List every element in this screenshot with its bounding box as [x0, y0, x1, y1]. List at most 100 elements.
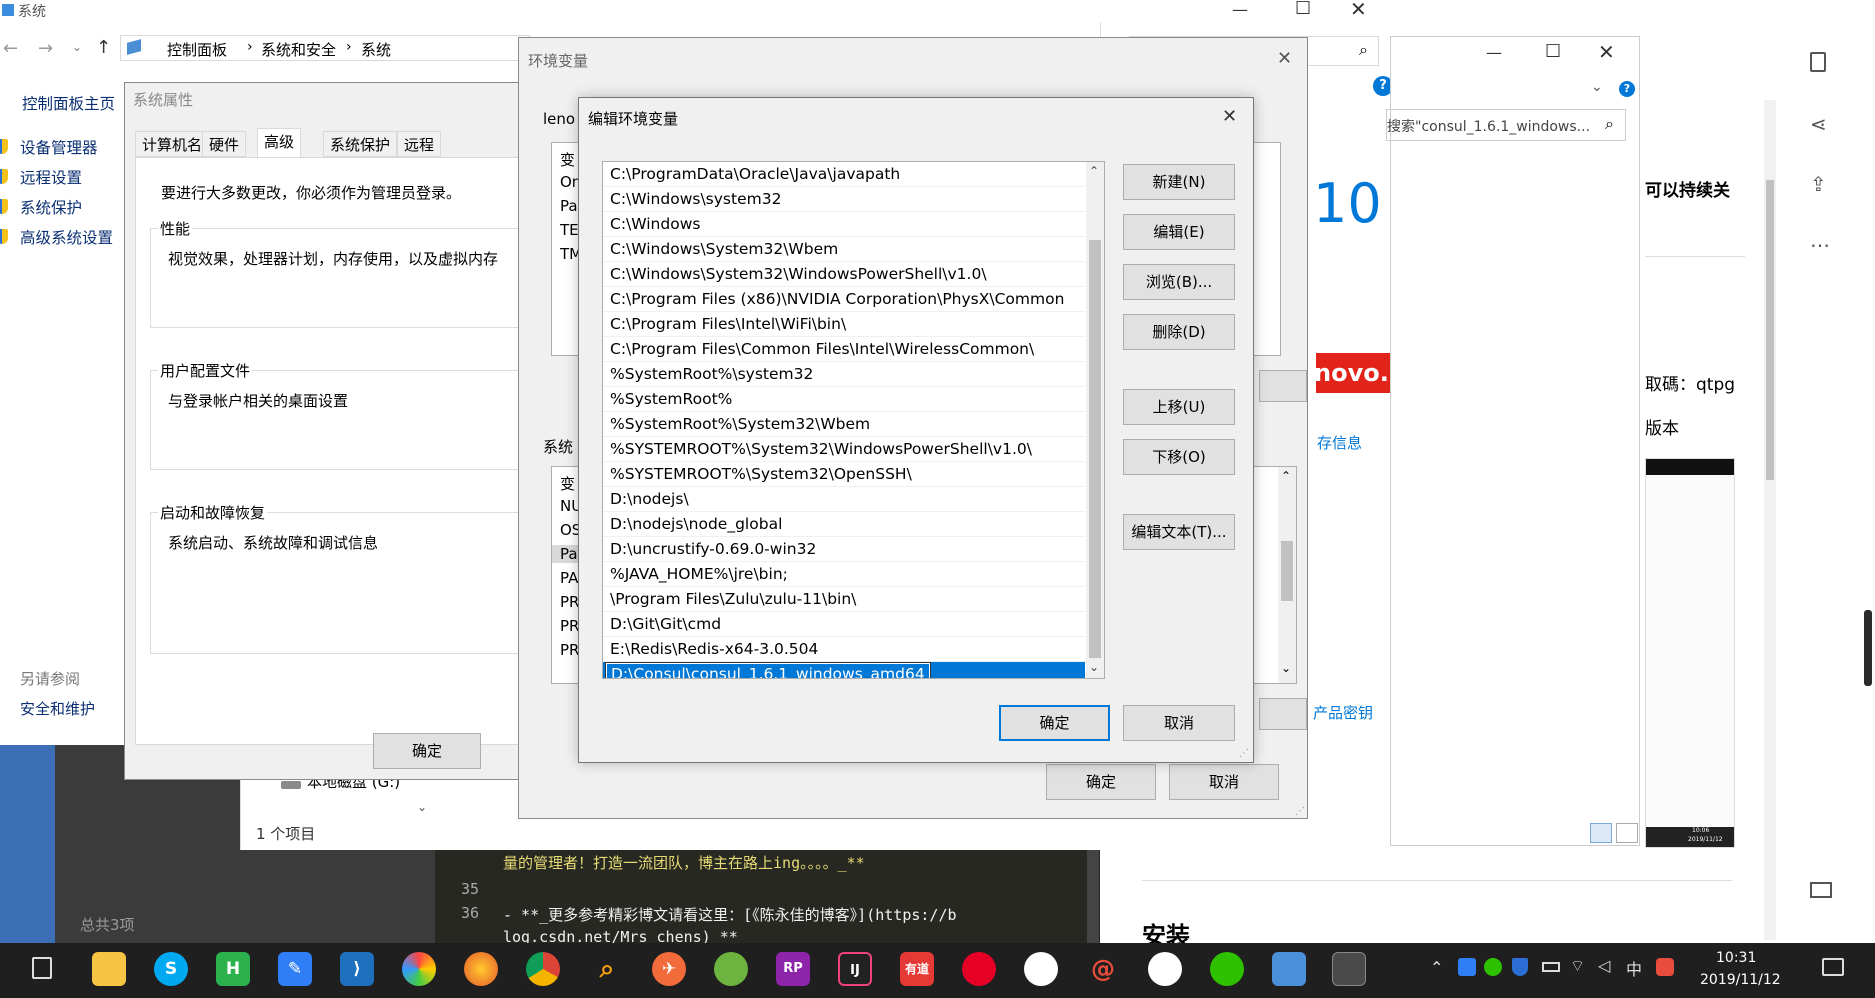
- youdao-icon[interactable]: 有道: [900, 952, 934, 986]
- swirl-app-icon[interactable]: @: [1086, 952, 1120, 986]
- share-icon[interactable]: ⋖: [1810, 112, 1827, 136]
- move-down-button[interactable]: 下移(O): [1123, 439, 1235, 475]
- env-vars-close-button[interactable]: ✕: [1277, 48, 1292, 69]
- path-row[interactable]: %SystemRoot%\System32\Wbem: [603, 412, 1085, 437]
- explorer-close-button[interactable]: ✕: [1350, 0, 1367, 21]
- explorer-maximize-button[interactable]: ☐: [1295, 0, 1311, 19]
- system-var-row[interactable]: PR: [560, 617, 579, 635]
- search-icon[interactable]: ⌕: [1359, 40, 1368, 60]
- system-var-row[interactable]: PR: [560, 641, 579, 659]
- see-also-security-link[interactable]: 安全和维护: [20, 698, 95, 719]
- scroll-down-icon[interactable]: ⌄: [417, 800, 427, 814]
- browser-search-box[interactable]: 搜索"consul_1.6.1_windows... ⌕: [1386, 109, 1626, 141]
- tab-system-protection[interactable]: 系统保护: [323, 131, 397, 157]
- user-var-row[interactable]: Pa: [560, 197, 578, 215]
- sidebar-item-device-manager[interactable]: 设备管理器: [0, 136, 125, 166]
- github-icon[interactable]: [1024, 952, 1058, 986]
- netease-music-icon[interactable]: [962, 952, 996, 986]
- breadcrumb-item-system[interactable]: 系统: [361, 39, 391, 60]
- tray-app-icon[interactable]: [1458, 958, 1476, 976]
- firefox-icon[interactable]: [464, 952, 498, 986]
- spring-icon[interactable]: [714, 952, 748, 986]
- path-list-scrollbar[interactable]: ⌃ ⌄: [1086, 162, 1104, 678]
- colorful-app-icon[interactable]: [402, 952, 436, 986]
- path-row[interactable]: C:\ProgramData\Oracle\Java\javapath: [603, 162, 1085, 187]
- explorer-minimize-button[interactable]: —: [1232, 0, 1248, 19]
- tab-advanced[interactable]: 高级: [257, 128, 301, 157]
- browser-search-input[interactable]: 搜索"consul_1.6.1_windows...: [1387, 116, 1590, 136]
- file-explorer-icon[interactable]: [92, 952, 126, 986]
- more-icon[interactable]: …: [1810, 228, 1830, 252]
- tray-wechat-icon[interactable]: [1484, 958, 1502, 976]
- path-row[interactable]: %SystemRoot%\system32: [603, 362, 1085, 387]
- tray-sogou-icon[interactable]: [1656, 958, 1674, 976]
- hbuilder-icon[interactable]: H: [216, 952, 250, 986]
- breadcrumb-item-control-panel[interactable]: 控制面板: [167, 39, 227, 60]
- resize-grip-icon[interactable]: ⋰: [1295, 806, 1305, 817]
- path-row[interactable]: C:\Program Files\Common Files\Intel\Wire…: [603, 337, 1085, 362]
- view-toggle-details[interactable]: [1590, 823, 1612, 843]
- notification-icon[interactable]: [1822, 958, 1844, 976]
- editor-scrollbar[interactable]: [1087, 850, 1099, 943]
- edit-env-close-button[interactable]: ✕: [1222, 106, 1237, 127]
- breadcrumb[interactable]: 控制面板 › 系统和安全 › 系统: [120, 35, 530, 61]
- path-row[interactable]: C:\Program Files\Intel\WiFi\bin\: [603, 312, 1085, 337]
- intellij-icon[interactable]: IJ: [838, 952, 872, 986]
- chrome-icon[interactable]: [526, 952, 560, 986]
- product-key-link[interactable]: 产品密钥: [1313, 702, 1373, 723]
- upload-icon[interactable]: ⇪: [1810, 172, 1827, 196]
- control-panel-task-icon[interactable]: [1272, 952, 1306, 986]
- path-row[interactable]: C:\Windows: [603, 212, 1085, 237]
- path-edit-input[interactable]: D:\Consul\consul_1.6.1_windows_amd64: [606, 663, 930, 679]
- user-vars-button-stub[interactable]: [1259, 370, 1307, 402]
- recent-chevron-icon[interactable]: ⌄: [72, 40, 82, 54]
- path-row[interactable]: C:\Windows\system32: [603, 187, 1085, 212]
- notes-icon[interactable]: ✎: [278, 952, 312, 986]
- more-info-link[interactable]: 存信息: [1317, 432, 1362, 453]
- edit-button[interactable]: 编辑(E): [1123, 214, 1235, 250]
- tab-hardware[interactable]: 硬件: [202, 131, 246, 157]
- browser-maximize-button[interactable]: ☐: [1545, 41, 1561, 62]
- tray-battery-icon[interactable]: [1542, 962, 1560, 972]
- system-vars-scroll-thumb[interactable]: [1281, 541, 1293, 601]
- user-var-row[interactable]: 变: [560, 149, 575, 170]
- new-button[interactable]: 新建(N): [1123, 164, 1235, 200]
- browser-close-button[interactable]: ✕: [1598, 40, 1615, 64]
- path-row[interactable]: D:\uncrustify-0.69.0-win32: [603, 537, 1085, 562]
- env-vars-cancel-button[interactable]: 取消: [1169, 764, 1279, 800]
- browse-button[interactable]: 浏览(B)...: [1123, 264, 1235, 300]
- user-var-row[interactable]: TE: [560, 221, 579, 239]
- tab-computer-name[interactable]: 计算机名: [135, 131, 209, 157]
- system-vars-scrollbar[interactable]: ⌃ ⌄: [1278, 467, 1296, 683]
- sidebar-item-remote-settings[interactable]: 远程设置: [0, 166, 125, 196]
- baidu-netdisk-icon[interactable]: [1148, 952, 1182, 986]
- help-icon[interactable]: ?: [1619, 81, 1635, 97]
- path-row[interactable]: C:\Windows\System32\WindowsPowerShell\v1…: [603, 262, 1085, 287]
- tray-wifi-icon[interactable]: ⌔: [1570, 956, 1585, 976]
- vscode-icon[interactable]: ⟩: [340, 952, 374, 986]
- edit-env-ok-button[interactable]: 确定: [999, 705, 1110, 741]
- sidebar-item-system-protection[interactable]: 系统保护: [0, 196, 125, 226]
- scroll-down-icon[interactable]: ⌄: [1089, 660, 1099, 674]
- delete-button[interactable]: 删除(D): [1123, 314, 1235, 350]
- clock-date[interactable]: 2019/11/12: [1700, 972, 1781, 988]
- postman-icon[interactable]: ✈: [652, 952, 686, 986]
- path-row[interactable]: %SYSTEMROOT%\System32\OpenSSH\: [603, 462, 1085, 487]
- system-vars-button-stub[interactable]: [1259, 698, 1307, 730]
- up-arrow-icon[interactable]: ↑: [96, 37, 111, 58]
- search-icon[interactable]: ⌕: [1605, 114, 1614, 134]
- path-row-selected[interactable]: D:\Consul\consul_1.6.1_windows_amd64: [603, 662, 1085, 679]
- path-row[interactable]: %SystemRoot%: [603, 387, 1085, 412]
- path-row[interactable]: D:\Git\Git\cmd: [603, 612, 1085, 637]
- resize-grip-icon[interactable]: ⋰: [1239, 748, 1249, 759]
- browser-minimize-button[interactable]: —: [1486, 43, 1502, 62]
- tray-chevron-up-icon[interactable]: ⌃: [1430, 958, 1443, 977]
- skype-icon[interactable]: S: [154, 952, 188, 986]
- clock-time[interactable]: 10:31: [1716, 950, 1756, 966]
- system-var-row[interactable]: PA: [560, 569, 578, 587]
- path-row[interactable]: C:\Program Files (x86)\NVIDIA Corporatio…: [603, 287, 1085, 312]
- env-vars-ok-button[interactable]: 确定: [1046, 764, 1156, 800]
- axure-icon[interactable]: RP: [776, 952, 810, 986]
- search-app-icon[interactable]: ⌕: [590, 952, 624, 986]
- tray-ime-indicator[interactable]: 中: [1626, 956, 1642, 980]
